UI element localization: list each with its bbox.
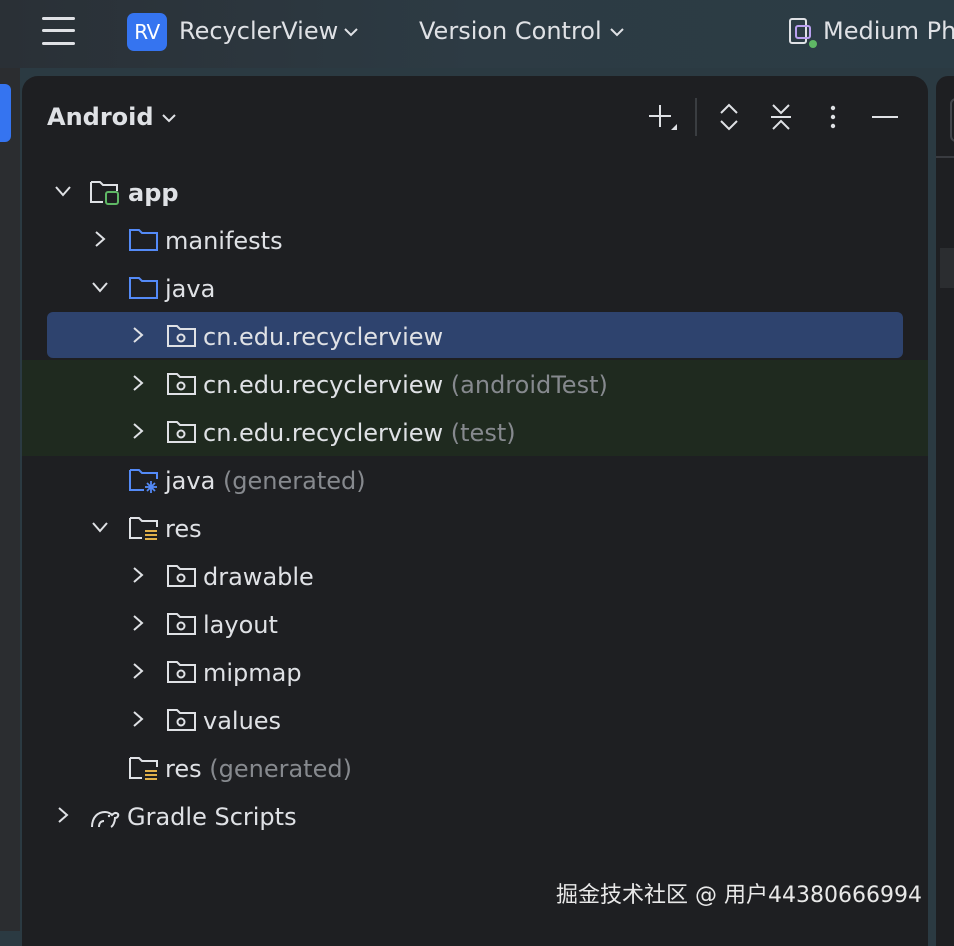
tree-label: java (generated) — [165, 466, 366, 496]
tree-label: java — [165, 275, 216, 303]
tree-row-drawable[interactable]: drawable — [22, 553, 928, 601]
gradle-icon — [91, 810, 120, 828]
package-folder-icon — [167, 325, 196, 347]
toolbar-separator — [695, 98, 697, 136]
folder-name: res — [165, 755, 202, 783]
chevron-down-icon[interactable] — [341, 22, 361, 42]
project-tool-window-button[interactable] — [0, 84, 11, 142]
chevron-down-icon[interactable] — [90, 517, 110, 537]
view-selector[interactable]: Android — [47, 103, 154, 131]
folder-icon — [129, 229, 158, 251]
tree-label: app — [128, 179, 179, 207]
tree-row-manifests[interactable]: manifests — [22, 217, 928, 265]
tree-row-package-test[interactable]: cn.edu.recyclerview (test) — [22, 409, 928, 457]
chevron-down-icon[interactable] — [90, 277, 110, 297]
tree-label: cn.edu.recyclerview (androidTest) — [203, 370, 608, 400]
tree-label: drawable — [203, 563, 314, 591]
left-tool-strip — [0, 68, 20, 931]
chevron-right-icon[interactable] — [128, 565, 148, 585]
folder-name: java — [165, 467, 216, 495]
folder-icon — [129, 277, 158, 299]
chevron-down-icon[interactable] — [607, 22, 627, 42]
hamburger-menu-icon[interactable] — [42, 16, 76, 46]
tree-label: mipmap — [203, 659, 302, 687]
package-folder-icon — [167, 709, 196, 731]
package-name: cn.edu.recyclerview — [203, 419, 444, 447]
watermark-text: 掘金技术社区 @ 用户44380666994 — [556, 883, 922, 908]
chevron-right-icon[interactable] — [128, 421, 148, 441]
tree-label: layout — [203, 611, 278, 639]
minimize-icon[interactable] — [870, 102, 900, 132]
package-folder-icon — [167, 421, 196, 443]
device-selector[interactable]: Medium Ph — [823, 17, 954, 45]
resource-folder-icon — [129, 517, 158, 540]
tree-label: manifests — [165, 227, 283, 255]
tree-row-res[interactable]: res — [22, 505, 928, 553]
tree-label: Gradle Scripts — [127, 803, 297, 831]
source-set-suffix: (test) — [450, 419, 516, 447]
package-folder-icon — [167, 373, 196, 395]
tree-row-java-generated[interactable]: java (generated) — [22, 457, 928, 505]
generated-suffix: (generated) — [209, 755, 352, 783]
tree-row-res-generated[interactable]: res (generated) — [22, 745, 928, 793]
package-folder-icon — [167, 661, 196, 683]
tree-row-java[interactable]: java — [22, 265, 928, 313]
chevron-right-icon[interactable] — [128, 613, 148, 633]
title-bar: RV RecyclerView Version Control Medium P… — [0, 0, 954, 68]
plus-icon[interactable] — [647, 102, 677, 132]
project-panel: Android app manifests java cn.edu.recycl… — [22, 76, 928, 946]
tree-label: cn.edu.recyclerview (test) — [203, 418, 516, 448]
chevron-right-icon[interactable] — [128, 325, 148, 345]
tree-row-app[interactable]: app — [22, 169, 928, 217]
device-icon[interactable] — [787, 17, 817, 49]
project-badge[interactable]: RV — [127, 13, 167, 51]
chevron-right-icon[interactable] — [53, 805, 73, 825]
project-name[interactable]: RecyclerView — [179, 17, 338, 45]
tree-row-mipmap[interactable]: mipmap — [22, 649, 928, 697]
collapse-all-icon[interactable] — [766, 102, 796, 132]
generated-folder-icon — [129, 469, 158, 493]
chevron-right-icon[interactable] — [128, 661, 148, 681]
chevron-right-icon[interactable] — [128, 709, 148, 729]
editor-panel — [936, 76, 954, 946]
tree-row-package-main[interactable]: cn.edu.recyclerview — [22, 313, 928, 361]
version-control-menu[interactable]: Version Control — [419, 17, 602, 45]
expand-all-icon[interactable] — [714, 102, 744, 132]
divider — [936, 156, 954, 158]
editor-gutter — [940, 248, 954, 288]
tree-row-gradle-scripts[interactable]: Gradle Scripts — [22, 793, 928, 841]
source-set-suffix: (androidTest) — [450, 371, 608, 399]
resource-folder-icon — [129, 757, 158, 780]
chevron-right-icon[interactable] — [90, 229, 110, 249]
package-folder-icon — [167, 565, 196, 587]
more-options-icon[interactable] — [818, 102, 848, 132]
chevron-right-icon[interactable] — [128, 373, 148, 393]
tree-row-package-android-test[interactable]: cn.edu.recyclerview (androidTest) — [22, 361, 928, 409]
tree-row-layout[interactable]: layout — [22, 601, 928, 649]
tree-label: cn.edu.recyclerview — [203, 323, 444, 351]
tree-row-values[interactable]: values — [22, 697, 928, 745]
module-folder-icon — [90, 181, 119, 205]
tree-label: res (generated) — [165, 754, 352, 784]
generated-suffix: (generated) — [222, 467, 366, 495]
package-name: cn.edu.recyclerview — [203, 371, 444, 399]
tree-label: res — [165, 515, 202, 543]
tree-label: values — [203, 707, 282, 735]
chevron-down-icon[interactable] — [53, 181, 73, 201]
package-folder-icon — [167, 613, 196, 635]
editor-tab[interactable] — [950, 98, 954, 142]
chevron-down-icon[interactable] — [159, 108, 179, 128]
